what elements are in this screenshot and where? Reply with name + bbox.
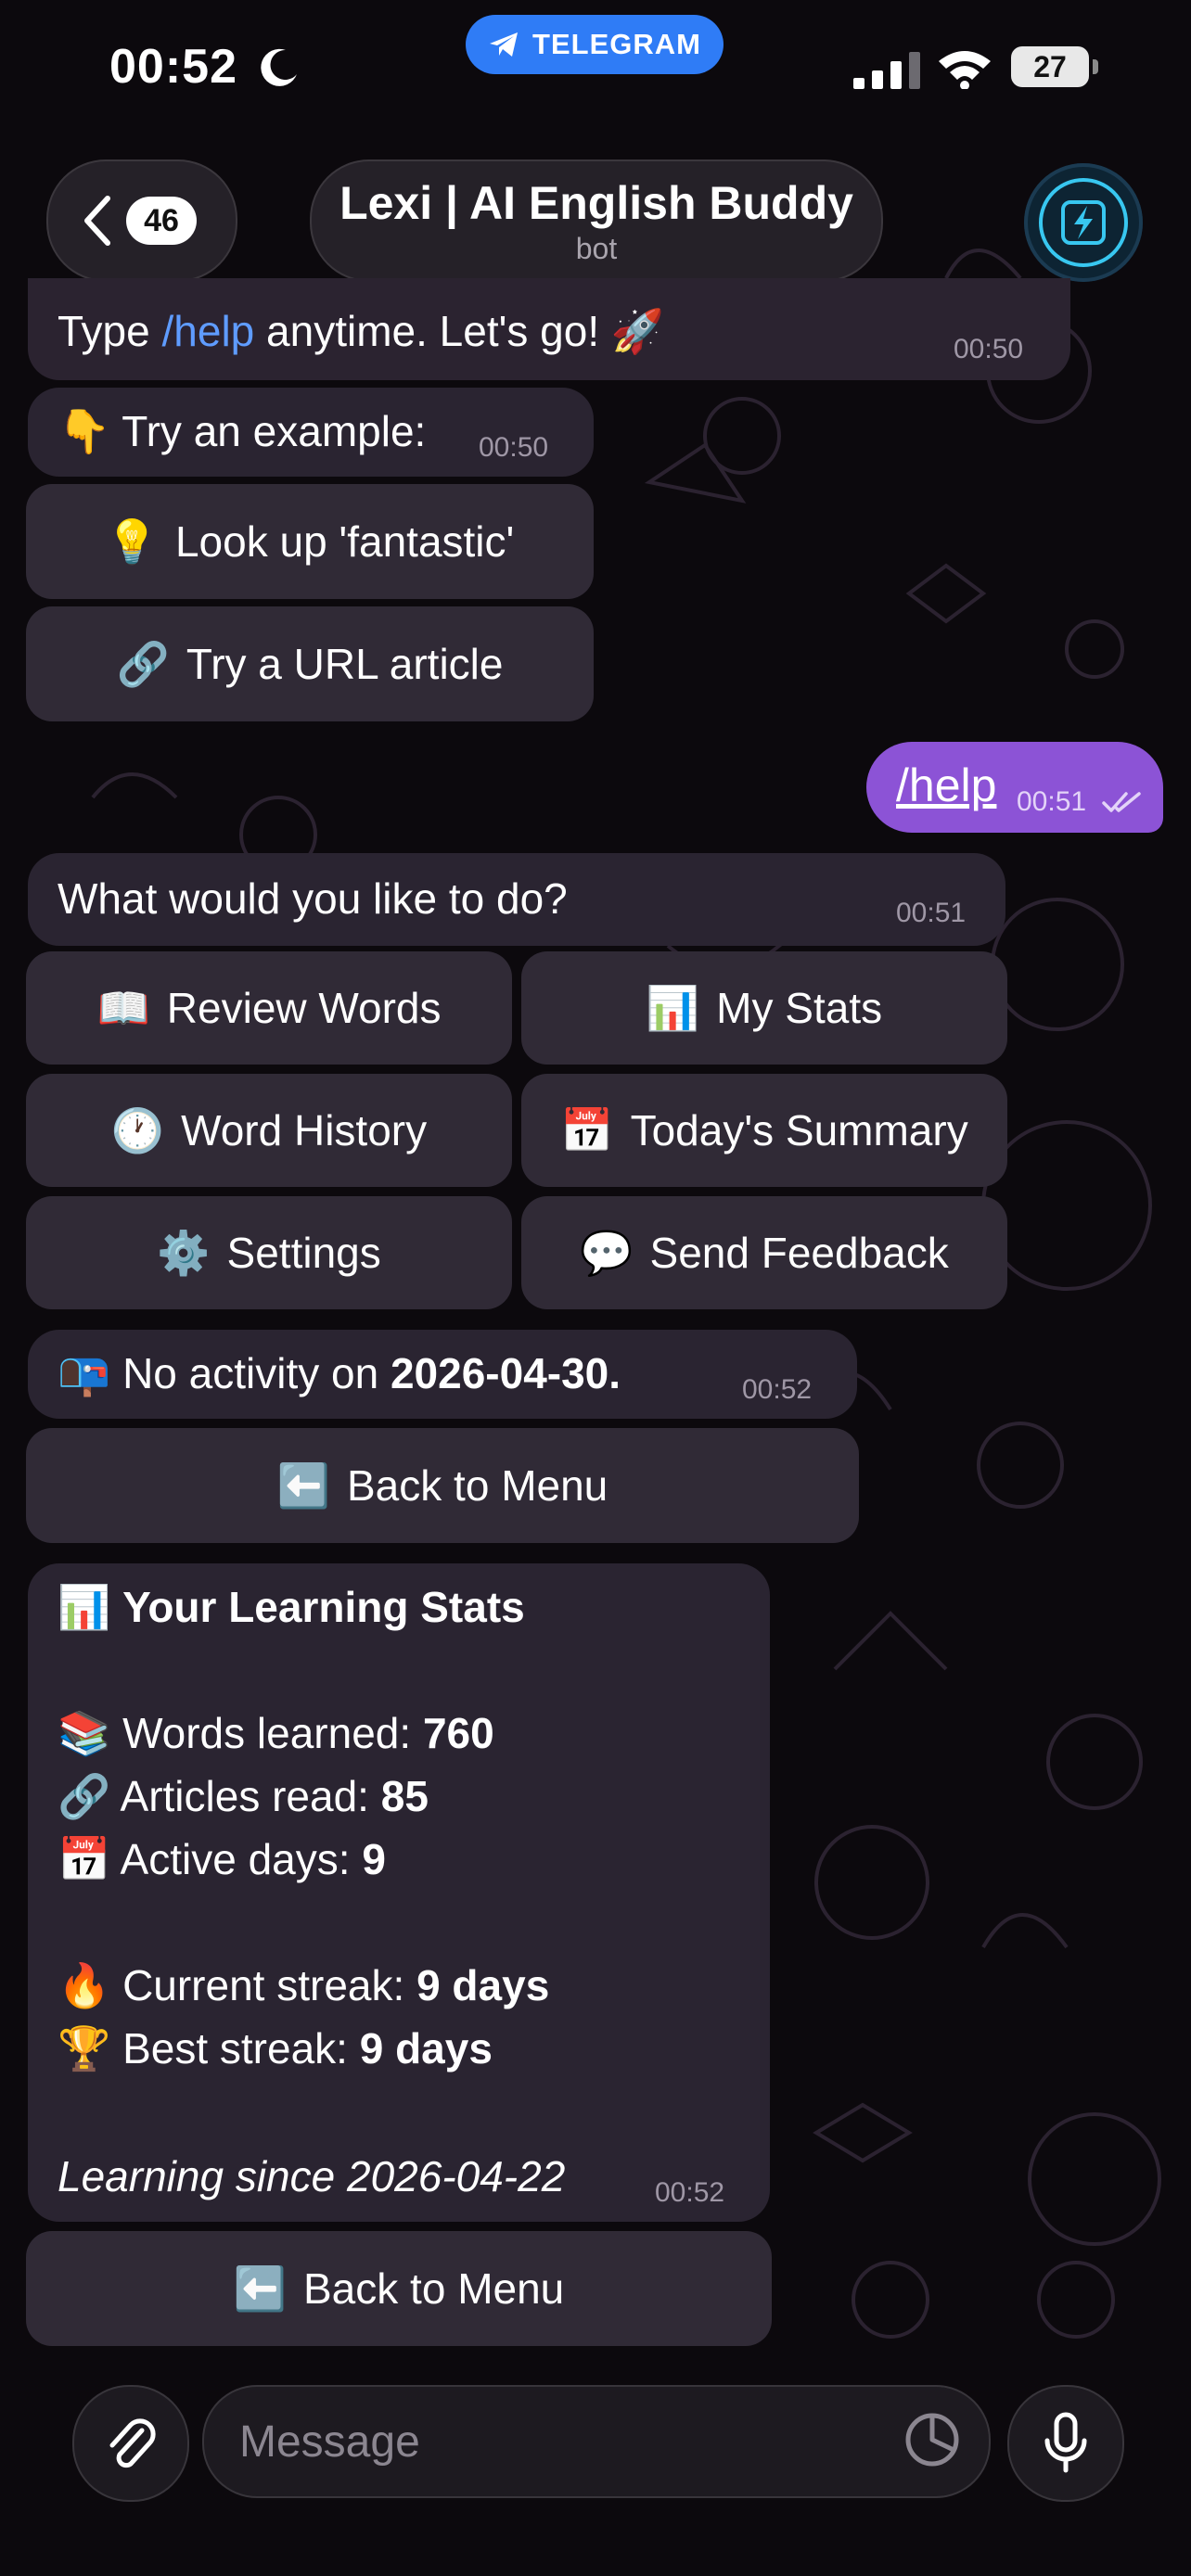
paperclip-icon (109, 2418, 156, 2468)
best-value: 9 days (359, 2024, 493, 2072)
microphone-button[interactable] (1007, 2385, 1124, 2502)
example-message-text: 👇 Try an example: (58, 407, 427, 455)
status-time: 00:52 (109, 40, 237, 94)
telegram-icon (490, 32, 519, 57)
button-label: Settings (226, 1229, 381, 1277)
current-streak-row: 🔥 Current streak: 9 days (58, 1960, 549, 2011)
articles-value: 85 (380, 1772, 429, 1820)
signal-icon (853, 52, 920, 89)
no-activity-date: 2026-04-30. (390, 1349, 621, 1397)
books-icon: 📚 (58, 1709, 111, 1757)
button-label: My Stats (716, 984, 883, 1032)
telegram-pill-label: TELEGRAM (532, 28, 701, 60)
lightning-logo-icon (1039, 178, 1128, 267)
stats-title: 📊 Your Learning Stats (58, 1582, 525, 1633)
back-to-menu-button[interactable]: ⬅️ Back to Menu (26, 2231, 772, 2346)
days-value: 9 (362, 1835, 386, 1883)
wifi-icon (939, 51, 991, 89)
chat-subtitle: bot (575, 232, 618, 265)
send-feedback-button[interactable]: 💬 Send Feedback (521, 1196, 1007, 1309)
todays-summary-button[interactable]: 📅 Today's Summary (521, 1074, 1007, 1187)
message-input[interactable]: Message (202, 2385, 991, 2498)
intro-message-text: Type /help anytime. Let's go! 🚀 (58, 306, 664, 357)
fire-icon: 🔥 (58, 1961, 111, 2009)
bar-chart-icon: 📊 (58, 1583, 111, 1631)
message-time: 00:52 (655, 2177, 725, 2208)
sticker-icon[interactable] (903, 2411, 961, 2468)
streak-value: 9 days (416, 1961, 550, 2009)
link-icon: 🔗 (58, 1772, 111, 1820)
chevron-left-icon (84, 196, 110, 246)
left-arrow-icon: ⬅️ (276, 1461, 330, 1510)
chat-name: Lexi | AI English Buddy (339, 177, 853, 229)
review-words-button[interactable]: 📖 Review Words (26, 951, 512, 1065)
settings-button[interactable]: ⚙️ Settings (26, 1196, 512, 1309)
link-icon: 🔗 (116, 640, 170, 688)
bot-avatar[interactable] (1024, 163, 1143, 282)
message-time: 00:50 (954, 334, 1024, 364)
lookup-fantastic-button[interactable]: 💡 Look up 'fantastic' (26, 484, 594, 599)
microphone-icon (1044, 2412, 1087, 2473)
outgoing-message-text[interactable]: /help (896, 759, 996, 812)
days-label: Active days: (120, 1835, 363, 1883)
message-placeholder: Message (239, 2417, 420, 2467)
back-to-menu-button[interactable]: ⬅️ Back to Menu (26, 1428, 859, 1543)
intro-suffix: anytime. Let's go! 🚀 (254, 307, 665, 355)
stats-message-bubble (28, 1563, 770, 2222)
my-stats-button[interactable]: 📊 My Stats (521, 951, 1007, 1065)
button-label: Review Words (166, 984, 442, 1032)
no-activity-text: 📭 No activity on 2026-04-30. (58, 1348, 621, 1399)
calendar-icon: 📅 (560, 1106, 614, 1154)
button-label: Today's Summary (630, 1106, 968, 1154)
book-icon: 📖 (96, 984, 150, 1032)
button-label: Try a URL article (186, 640, 504, 688)
attach-button[interactable] (72, 2385, 189, 2502)
message-time: 00:51 (896, 898, 967, 928)
articles-read-row: 🔗 Articles read: 85 (58, 1771, 429, 1822)
articles-label: Articles read: (120, 1772, 381, 1820)
best-label: Best streak: (122, 2024, 360, 2072)
message-time: 00:52 (742, 1374, 813, 1405)
mailbox-icon: 📭 (58, 1349, 111, 1397)
button-label: Back to Menu (347, 1461, 608, 1510)
lightbulb-icon: 💡 (105, 517, 159, 566)
words-value: 760 (422, 1709, 494, 1757)
menu-prompt-text: What would you like to do? (58, 874, 568, 923)
button-label: Look up 'fantastic' (174, 517, 515, 566)
battery-level: 27 (1011, 46, 1089, 87)
chat-title-pill[interactable]: Lexi | AI English Buddy bot (310, 159, 883, 282)
calendar-icon: 📅 (58, 1835, 111, 1883)
streak-label: Current streak: (122, 1961, 417, 2009)
best-streak-row: 🏆 Best streak: 9 days (58, 2023, 493, 2074)
speech-bubble-icon: 💬 (580, 1229, 634, 1277)
clock-icon: 🕐 (110, 1106, 165, 1154)
try-url-article-button[interactable]: 🔗 Try a URL article (26, 606, 594, 721)
message-time: 00:50 (479, 432, 549, 463)
double-check-icon (1102, 792, 1141, 812)
bar-chart-icon: 📊 (646, 984, 700, 1032)
intro-prefix: Type (58, 307, 162, 355)
button-label: Send Feedback (649, 1229, 949, 1277)
active-days-row: 📅 Active days: 9 (58, 1834, 386, 1885)
help-command-link[interactable]: /help (162, 307, 255, 355)
outgoing-message-time: 00:51 (1017, 786, 1087, 817)
button-label: Word History (181, 1106, 428, 1154)
button-label: Back to Menu (303, 2264, 565, 2313)
unread-count-badge: 46 (126, 197, 197, 245)
left-arrow-icon: ⬅️ (233, 2264, 287, 2313)
battery-tip (1093, 59, 1098, 74)
words-learned-row: 📚 Words learned: 760 (58, 1708, 494, 1759)
words-label: Words learned: (122, 1709, 423, 1757)
learning-since-text: Learning since 2026-04-22 (58, 2152, 566, 2200)
trophy-icon: 🏆 (58, 2024, 111, 2072)
word-history-button[interactable]: 🕐 Word History (26, 1074, 512, 1187)
back-button[interactable]: 46 (46, 159, 237, 282)
moon-icon (261, 48, 297, 86)
telegram-pill[interactable]: TELEGRAM (466, 15, 724, 74)
no-activity-label: No activity on (122, 1349, 391, 1397)
stats-title-text: Your Learning Stats (122, 1583, 525, 1631)
gear-icon: ⚙️ (157, 1229, 211, 1277)
